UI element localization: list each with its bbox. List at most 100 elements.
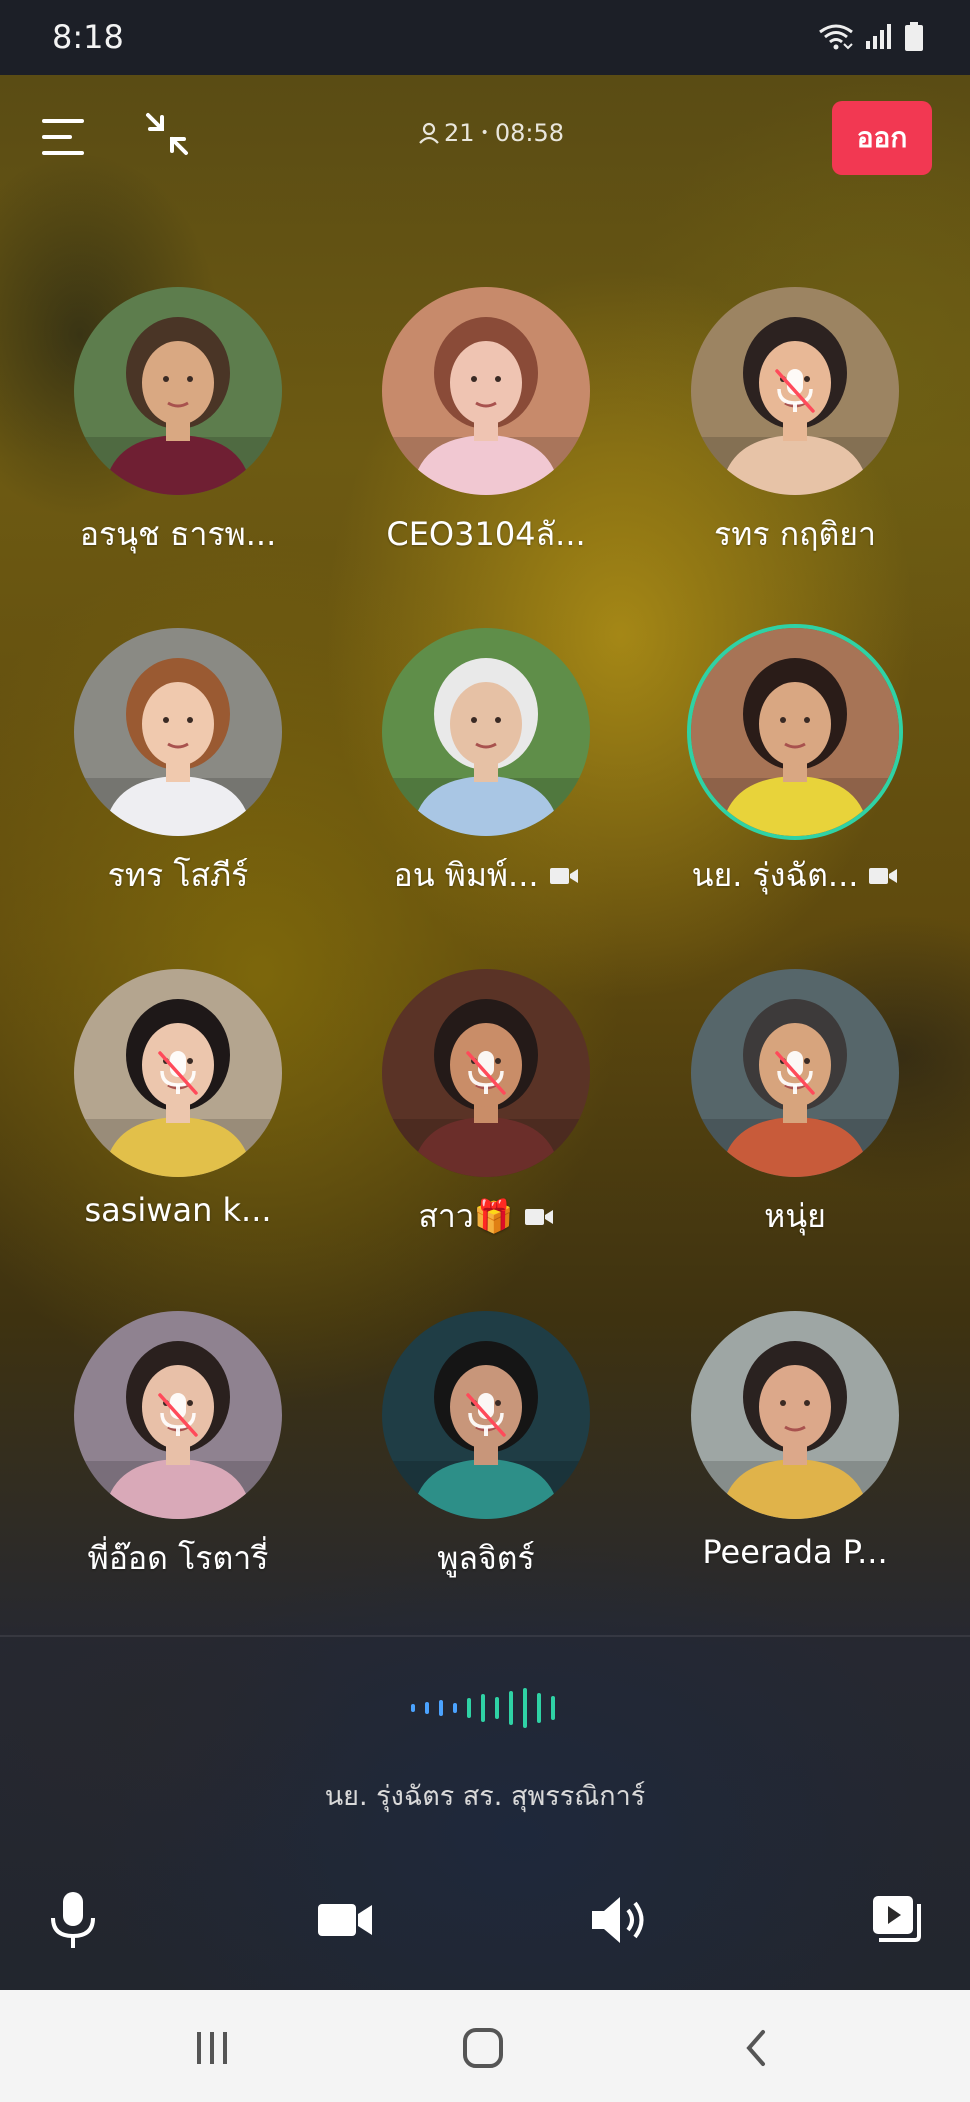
participant-name-row: รทร โสภีร์ bbox=[28, 850, 328, 901]
person-icon bbox=[419, 122, 439, 144]
wave-bar bbox=[523, 1688, 527, 1728]
info-separator: • bbox=[480, 125, 489, 141]
participant-tile[interactable]: อน พิมพ์... bbox=[336, 628, 636, 928]
recent-apps-icon bbox=[197, 2032, 227, 2064]
current-speaker-name: นย. รุ่งฉัตร สร. สุพรรณิการ์ bbox=[324, 1781, 646, 1812]
avatar[interactable] bbox=[74, 1311, 282, 1519]
participant-name: CEO3104ลั... bbox=[386, 515, 586, 553]
speaker-button[interactable] bbox=[586, 1885, 656, 1955]
wave-bar bbox=[439, 1700, 443, 1716]
participant-name-row: รทร กฤติยา bbox=[645, 509, 945, 560]
participant-tile[interactable]: CEO3104ลั... bbox=[336, 287, 636, 587]
avatar[interactable] bbox=[691, 287, 899, 495]
participant-tile[interactable]: อรนุช ธารพ... bbox=[28, 287, 328, 587]
room-info: 21 • 08:58 bbox=[418, 119, 564, 147]
participant-name: พูลจิตร์ bbox=[437, 1539, 535, 1577]
participant-count: 21 bbox=[444, 119, 475, 147]
participant-name-row: หนุ่ย bbox=[645, 1191, 945, 1242]
participant-name: หนุ่ย bbox=[764, 1197, 826, 1235]
participant-name-row: พี่อ๊อด โรตารี่ bbox=[28, 1533, 328, 1584]
leave-button[interactable]: ออก bbox=[832, 101, 932, 175]
avatar[interactable] bbox=[74, 969, 282, 1177]
participant-tile[interactable]: หนุ่ย bbox=[645, 969, 945, 1269]
audio-wave-icon bbox=[411, 1688, 555, 1728]
muted-mic-icon bbox=[158, 1393, 198, 1437]
avatar[interactable] bbox=[691, 969, 899, 1177]
muted-mic-icon bbox=[775, 1051, 815, 1095]
participant-tile[interactable]: พี่อ๊อด โรตารี่ bbox=[28, 1311, 328, 1611]
system-navigation-bar bbox=[0, 1990, 970, 2102]
avatar[interactable] bbox=[74, 287, 282, 495]
call-controls bbox=[0, 1875, 970, 1965]
status-time: 8:18 bbox=[52, 18, 124, 56]
participant-name: พี่อ๊อด โรตารี่ bbox=[87, 1539, 269, 1577]
participant-name: สาว🎁 bbox=[418, 1197, 514, 1235]
participant-name: นย. รุ่งฉัต... bbox=[691, 856, 859, 894]
avatar[interactable] bbox=[691, 628, 899, 836]
avatar-photo bbox=[382, 287, 590, 495]
home-icon bbox=[463, 2028, 503, 2068]
participant-name: sasiwan k... bbox=[84, 1191, 272, 1229]
signal-icon bbox=[866, 24, 891, 49]
avatar-photo bbox=[382, 628, 590, 836]
menu-icon bbox=[42, 119, 84, 155]
participant-tile[interactable]: sasiwan k... bbox=[28, 969, 328, 1269]
microphone-icon bbox=[51, 1892, 95, 1948]
top-bar: 21 • 08:58 ออก bbox=[0, 95, 970, 181]
muted-mic-icon bbox=[466, 1051, 506, 1095]
participant-name-row: Peerada P... bbox=[645, 1533, 945, 1571]
back-button[interactable] bbox=[728, 2020, 784, 2076]
camera-button[interactable] bbox=[310, 1885, 380, 1955]
screen-share-button[interactable] bbox=[862, 1885, 932, 1955]
participant-name-row: สาว🎁 bbox=[336, 1191, 636, 1242]
minimize-icon bbox=[146, 113, 188, 155]
call-duration: 08:58 bbox=[494, 119, 564, 147]
participant-name: อน พิมพ์... bbox=[393, 856, 539, 894]
status-bar: 8:18 bbox=[0, 0, 970, 75]
home-button[interactable] bbox=[455, 2020, 511, 2076]
status-icons bbox=[818, 22, 924, 52]
participant-name-row: อรนุช ธารพ... bbox=[28, 509, 328, 560]
wave-bar bbox=[509, 1691, 513, 1725]
wave-bar bbox=[551, 1696, 555, 1720]
participant-tile[interactable]: สาว🎁 bbox=[336, 969, 636, 1269]
avatar[interactable] bbox=[382, 287, 590, 495]
wifi-icon bbox=[819, 24, 853, 50]
participant-tile[interactable]: พูลจิตร์ bbox=[336, 1311, 636, 1611]
participant-name: Peerada P... bbox=[702, 1533, 888, 1571]
avatar[interactable] bbox=[691, 1311, 899, 1519]
avatar[interactable] bbox=[74, 628, 282, 836]
divider bbox=[0, 1635, 970, 1637]
muted-mic-icon bbox=[775, 369, 815, 413]
wave-bar bbox=[481, 1694, 485, 1722]
participant-name-row: CEO3104ลั... bbox=[336, 509, 636, 560]
participant-tile[interactable]: รทร กฤติยา bbox=[645, 287, 945, 587]
minimize-button[interactable] bbox=[142, 109, 192, 159]
wave-bar bbox=[495, 1697, 499, 1719]
wave-bar bbox=[467, 1698, 471, 1718]
participant-name: รทร กฤติยา bbox=[714, 515, 876, 553]
avatar[interactable] bbox=[382, 1311, 590, 1519]
muted-mic-icon bbox=[158, 1051, 198, 1095]
speaker-icon bbox=[592, 1897, 644, 1943]
wave-bar bbox=[425, 1702, 429, 1714]
avatar-photo bbox=[691, 628, 899, 836]
participant-name-row: อน พิมพ์... bbox=[336, 850, 636, 901]
participant-tile[interactable]: รทร โสภีร์ bbox=[28, 628, 328, 928]
participant-name-row: นย. รุ่งฉัต... bbox=[645, 850, 945, 901]
participant-name: อรนุช ธารพ... bbox=[79, 515, 277, 553]
video-camera-icon bbox=[549, 867, 578, 884]
avatar[interactable] bbox=[382, 969, 590, 1177]
wave-bar bbox=[411, 1704, 415, 1712]
back-icon bbox=[746, 2030, 765, 2066]
microphone-button[interactable] bbox=[38, 1885, 108, 1955]
menu-button[interactable] bbox=[40, 115, 88, 159]
participant-name-row: พูลจิตร์ bbox=[336, 1533, 636, 1584]
avatar[interactable] bbox=[382, 628, 590, 836]
screen-share-icon bbox=[873, 1896, 921, 1942]
recent-apps-button[interactable] bbox=[184, 2020, 240, 2076]
participant-tile[interactable]: Peerada P... bbox=[645, 1311, 945, 1611]
participant-tile[interactable]: นย. รุ่งฉัต... bbox=[645, 628, 945, 928]
avatar-photo bbox=[74, 628, 282, 836]
voice-room-screen: 8:18 21 • 08:58 ออก อรนุช ธารพ... CEO310… bbox=[0, 0, 970, 2102]
